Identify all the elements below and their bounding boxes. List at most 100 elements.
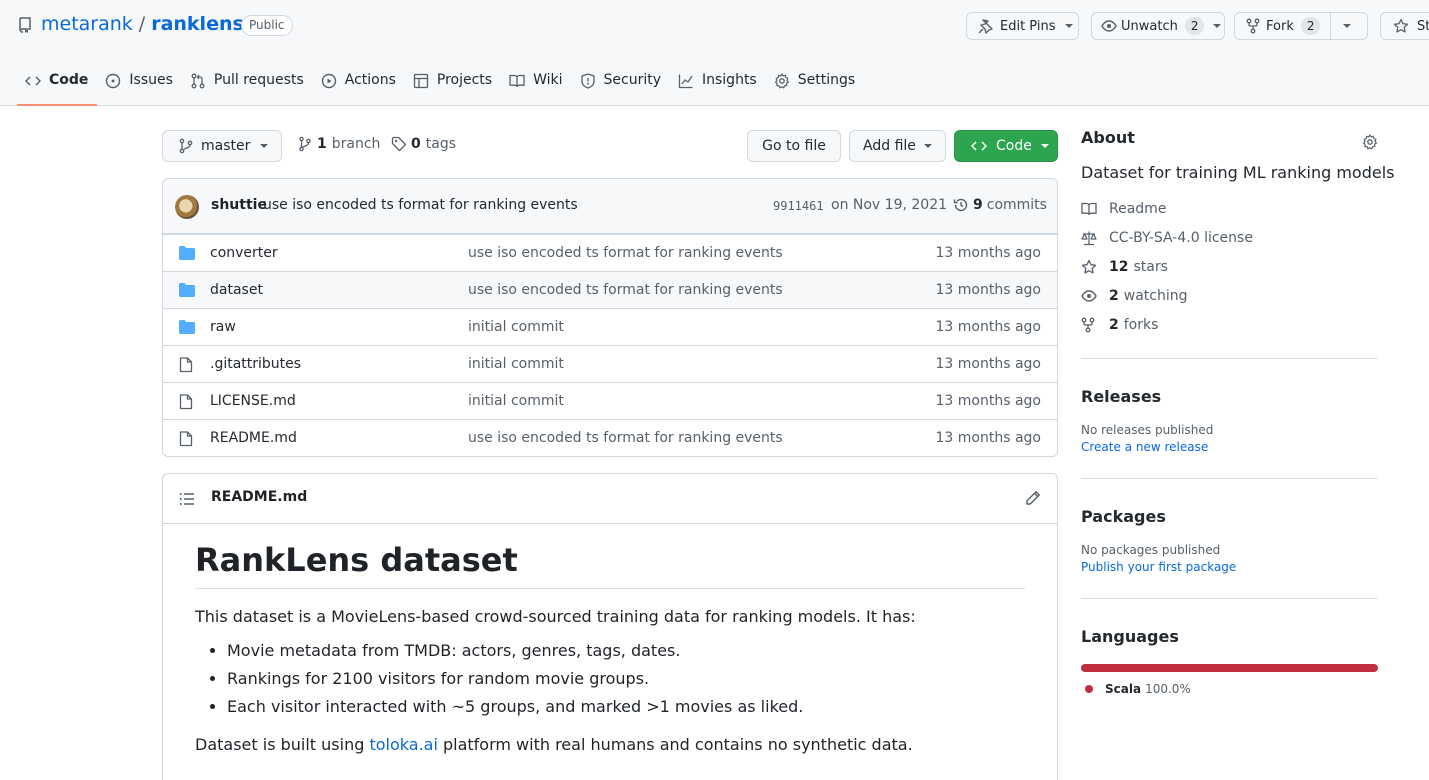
branch-name: master (201, 138, 251, 154)
file-commit-message[interactable]: initial commit (468, 356, 564, 372)
tags-link[interactable]: 0 tags (391, 136, 456, 152)
fork-count: 2 (1300, 17, 1321, 35)
commit-date: on Nov 19, 2021 (831, 197, 948, 213)
file-commit-message[interactable]: use iso encoded ts format for ranking ev… (468, 282, 783, 298)
file-name[interactable]: .gitattributes (210, 356, 301, 372)
file-commit-message[interactable]: initial commit (468, 319, 564, 335)
file-table: shuttie use iso encoded ts format for ra… (162, 178, 1058, 457)
table-row[interactable]: README.md use iso encoded ts format for … (163, 419, 1057, 456)
file-commit-message[interactable]: use iso encoded ts format for ranking ev… (468, 430, 783, 446)
commit-count: 9 (973, 197, 983, 213)
tab-issues[interactable]: Issues (97, 62, 182, 106)
book-icon (509, 73, 525, 89)
branches-link[interactable]: 1 branch (299, 136, 380, 152)
releases-empty: No releases published (1081, 423, 1214, 437)
star-label: St (1417, 18, 1429, 34)
divider (1081, 598, 1378, 599)
pencil-icon[interactable] (1025, 490, 1041, 506)
readme-label: Readme (1109, 200, 1167, 217)
forks-link[interactable]: 2 forks (1081, 310, 1378, 339)
releases-title[interactable]: Releases (1081, 387, 1378, 406)
fork-button[interactable]: Fork 2 (1234, 12, 1368, 40)
file-name[interactable]: dataset (210, 282, 263, 298)
toloka-link[interactable]: toloka.ai (369, 735, 437, 754)
file-name[interactable]: LICENSE.md (210, 393, 296, 409)
star-icon (1081, 259, 1098, 275)
edit-pins-button[interactable]: Edit Pins (966, 12, 1079, 40)
file-icon (179, 394, 193, 410)
sidebar: About Dataset for training ML ranking mo… (1081, 128, 1394, 696)
unwatch-button[interactable]: Unwatch 2 (1091, 12, 1225, 40)
repo-owner-link[interactable]: metarank (41, 13, 133, 35)
table-icon (413, 73, 429, 89)
avatar[interactable] (175, 195, 199, 219)
forks-count: 2 (1109, 316, 1119, 333)
license-link[interactable]: CC-BY-SA-4.0 license (1081, 223, 1378, 252)
list-icon[interactable] (179, 491, 195, 507)
readme-built-prefix: Dataset is built using (195, 735, 370, 754)
tab-security[interactable]: Security (572, 62, 671, 106)
publish-package-link[interactable]: Publish your first package (1081, 560, 1378, 574)
pull-request-icon (190, 73, 206, 89)
table-row[interactable]: LICENSE.md initial commit 13 months ago (163, 382, 1057, 419)
tab-insights[interactable]: Insights (670, 62, 766, 106)
add-file-button[interactable]: Add file (849, 130, 946, 162)
commit-author[interactable]: shuttie (211, 197, 267, 213)
branch-label: branch (331, 136, 381, 152)
stars-link[interactable]: 12 stars (1081, 252, 1378, 281)
branch-select-button[interactable]: master (162, 130, 282, 162)
commits-link[interactable]: 9 commits (953, 197, 1047, 213)
table-row[interactable]: dataset use iso encoded ts format for ra… (163, 271, 1057, 308)
commit-message[interactable]: use iso encoded ts format for ranking ev… (263, 197, 578, 213)
fork-label: Fork (1266, 18, 1294, 34)
divider (1081, 478, 1378, 479)
packages-empty: No packages published (1081, 543, 1221, 557)
file-name[interactable]: raw (210, 319, 236, 335)
tab-projects[interactable]: Projects (405, 62, 501, 106)
eye-icon (1101, 18, 1117, 34)
file-name[interactable]: README.md (210, 430, 297, 446)
readme-link[interactable]: Readme (1081, 194, 1378, 223)
go-to-file-label: Go to file (762, 138, 826, 154)
languages-title: Languages (1081, 627, 1179, 646)
shield-icon (580, 73, 596, 89)
gear-icon[interactable] (1362, 134, 1378, 150)
tab-pull-requests[interactable]: Pull requests (182, 62, 313, 106)
eye-icon (1081, 288, 1098, 304)
table-row[interactable]: raw initial commit 13 months ago (163, 308, 1057, 345)
edit-pins-label: Edit Pins (1000, 18, 1056, 34)
file-commit-message[interactable]: initial commit (468, 393, 564, 409)
fork-icon (1246, 18, 1260, 34)
readme-filename[interactable]: README.md (211, 489, 307, 505)
tab-settings[interactable]: Settings (766, 62, 864, 106)
tab-actions[interactable]: Actions (313, 62, 405, 106)
chevron-down-icon[interactable] (1343, 24, 1352, 28)
about-title: About (1081, 128, 1135, 147)
file-name[interactable]: converter (210, 245, 278, 261)
language-percent: 100.0% (1145, 682, 1191, 696)
create-release-link[interactable]: Create a new release (1081, 440, 1378, 454)
graph-icon (678, 73, 694, 89)
table-row[interactable]: .gitattributes initial commit 13 months … (163, 345, 1057, 382)
file-commit-message[interactable]: use iso encoded ts format for ranking ev… (468, 245, 783, 261)
go-to-file-button[interactable]: Go to file (747, 130, 841, 162)
watching-label: watching (1123, 287, 1188, 304)
repo-name-link[interactable]: ranklens (151, 13, 244, 35)
issue-icon (105, 73, 121, 89)
readme-built-paragraph: Dataset is built using toloka.ai platfor… (195, 733, 1025, 757)
commit-sha[interactable]: 9911461 (773, 199, 824, 213)
star-button[interactable]: St (1380, 12, 1429, 40)
packages-title[interactable]: Packages (1081, 507, 1378, 526)
readme-list: Movie metadata from TMDB: actors, genres… (195, 637, 1025, 721)
code-label: Code (996, 138, 1032, 154)
code-button[interactable]: Code (954, 130, 1058, 162)
language-name: Scala (1105, 682, 1142, 696)
history-icon (953, 197, 969, 213)
watching-link[interactable]: 2 watching (1081, 281, 1378, 310)
tab-code[interactable]: Code (17, 62, 98, 106)
table-row[interactable]: converter use iso encoded ts format for … (163, 234, 1057, 271)
tab-wiki[interactable]: Wiki (501, 62, 571, 106)
language-item[interactable]: Scala 100.0% (1085, 682, 1378, 696)
chevron-down-icon (923, 144, 932, 148)
file-age: 13 months ago (935, 393, 1041, 409)
